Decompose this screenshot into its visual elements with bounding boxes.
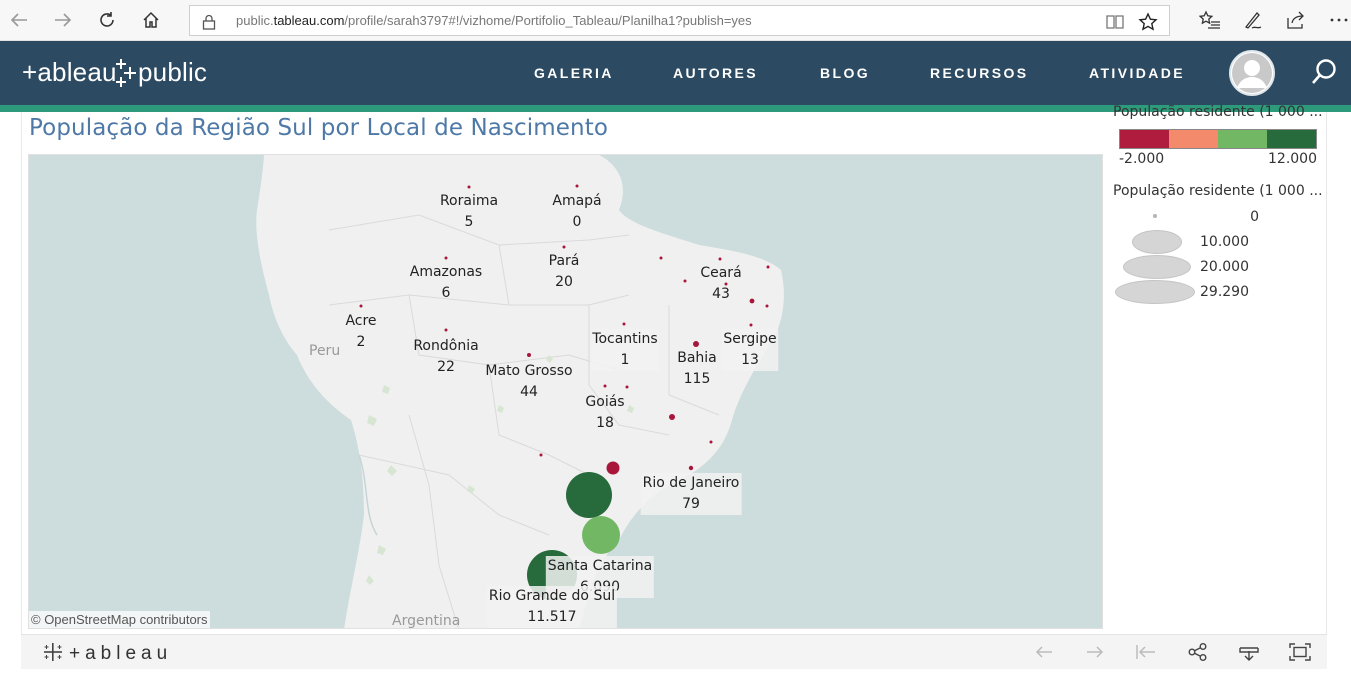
label-acre: Acre 2 <box>345 313 377 350</box>
share-icon[interactable] <box>1283 8 1309 32</box>
size-legend-row: 29.290 <box>1113 280 1327 305</box>
dot-pe <box>749 298 755 304</box>
page-title: População da Região Sul por Local de Nas… <box>29 115 609 141</box>
redo-icon[interactable] <box>1082 640 1108 664</box>
color-legend: População residente (1 000 ... -2.000 12… <box>1113 104 1327 174</box>
tableau-toolbar-logo[interactable]: +ableau <box>43 641 183 671</box>
tableau-viz: População da Região Sul por Local de Nas… <box>21 104 1327 634</box>
size-legend-row: 0 <box>1113 205 1327 230</box>
address-bar[interactable]: public.tableau.com/profile/sarah3797#!/v… <box>189 5 1170 36</box>
map-view[interactable]: Peru Argentina Roraima 5 Amapá 0 Amazona… <box>28 154 1103 629</box>
color-legend-title: População residente (1 000 ... <box>1113 104 1323 120</box>
dot-tocantins <box>622 322 626 326</box>
size-legend-value: 0 <box>1250 209 1259 225</box>
share-network-icon[interactable] <box>1185 640 1211 664</box>
label-tocantins: Tocantins 1 <box>590 329 660 371</box>
dot-amapa <box>575 184 579 188</box>
pen-notes-icon[interactable] <box>1240 8 1266 32</box>
dot-acre <box>359 304 363 308</box>
dot-bahia <box>693 341 699 347</box>
refresh-icon[interactable] <box>94 8 120 32</box>
ramp-swatch-1 <box>1120 130 1169 148</box>
osm-credit[interactable]: © OpenStreetMap contributors <box>29 611 210 628</box>
label-rondonia: Rondônia 22 <box>413 338 479 375</box>
nav-galeria[interactable]: GALERIA <box>534 65 614 81</box>
dot-ms <box>539 453 543 457</box>
browser-toolbar: public.tableau.com/profile/sarah3797#!/v… <box>0 0 1351 41</box>
nav-blog[interactable]: BLOG <box>820 65 870 81</box>
label-mato-grosso: Mato Grosso 44 <box>485 363 573 400</box>
nav-recursos[interactable]: RECURSOS <box>930 65 1029 81</box>
tableau-public-logo[interactable]: +ableau public <box>22 55 212 96</box>
undo-icon[interactable] <box>1031 640 1057 664</box>
forward-icon[interactable] <box>50 8 76 32</box>
size-legend-row: 20.000 <box>1113 255 1327 280</box>
label-goias: Goiás 18 <box>585 394 625 431</box>
label-rio-grande-do-sul: Rio Grande do Sul 11.517 <box>486 586 618 628</box>
label-roraima: Roraima 5 <box>439 193 499 230</box>
label-para: Pará 20 <box>548 253 580 290</box>
favorite-star-icon[interactable] <box>1138 12 1158 32</box>
dot-piaui <box>659 256 663 260</box>
color-ramp <box>1119 129 1317 149</box>
dot-rn <box>766 265 770 269</box>
size-legend-value: 20.000 <box>1200 259 1249 275</box>
size-legend-value: 10.000 <box>1200 234 1249 250</box>
avatar[interactable] <box>1229 50 1275 96</box>
size-legend: População residente (1 000 ... 0 10.000 … <box>1113 183 1327 305</box>
download-icon[interactable] <box>1236 640 1262 664</box>
back-icon[interactable] <box>6 8 32 32</box>
dot-mg <box>669 414 675 420</box>
viz-toolbar: +ableau <box>21 634 1327 669</box>
dot-es <box>709 440 713 444</box>
url-text: public.tableau.com/profile/sarah3797#!/v… <box>236 13 752 28</box>
svg-text:public: public <box>138 57 207 87</box>
dot-roraima <box>467 185 471 189</box>
dot-mato-grosso <box>527 353 531 357</box>
dot-sao-paulo <box>606 461 620 475</box>
label-rio-de-janeiro: Rio de Janeiro 79 <box>640 473 742 515</box>
dot-goias <box>603 384 607 388</box>
revert-icon[interactable] <box>1133 640 1159 664</box>
lock-icon <box>199 12 219 32</box>
color-legend-max: 12.000 <box>1268 151 1317 167</box>
dot-rondonia <box>444 328 448 332</box>
svg-text:+ableau: +ableau <box>69 643 172 664</box>
label-bahia: Bahia 115 <box>677 350 717 387</box>
dot-df <box>625 385 629 389</box>
bubble-parana <box>566 472 612 518</box>
nav-autores[interactable]: AUTORES <box>673 65 758 81</box>
home-icon[interactable] <box>138 8 164 32</box>
svg-text:+ableau: +ableau <box>22 57 117 87</box>
tableau-public-header: +ableau public GALERIA AUTORES BLOG RECU… <box>0 41 1351 105</box>
fullscreen-icon[interactable] <box>1287 640 1313 664</box>
size-marker <box>1115 280 1195 304</box>
dot-rio-de-janeiro <box>688 465 694 471</box>
ramp-swatch-2 <box>1169 130 1218 148</box>
size-marker <box>1132 230 1182 254</box>
size-legend-value: 29.290 <box>1200 284 1249 300</box>
dot-amazonas <box>444 256 448 260</box>
ramp-swatch-4 <box>1267 130 1316 148</box>
search-icon[interactable] <box>1309 57 1341 89</box>
label-amapa: Amapá 0 <box>552 193 602 230</box>
size-legend-row: 10.000 <box>1113 230 1327 255</box>
dot-maranhao <box>683 279 687 283</box>
color-legend-min: -2.000 <box>1119 151 1165 167</box>
reading-view-icon[interactable] <box>1105 12 1125 32</box>
ramp-swatch-3 <box>1218 130 1267 148</box>
dot-ceara <box>718 257 722 261</box>
nav-atividade[interactable]: ATIVIDADE <box>1089 65 1185 81</box>
more-menu-icon[interactable] <box>1326 8 1351 32</box>
size-legend-title: População residente (1 000 ... <box>1113 183 1323 199</box>
label-sergipe: Sergipe 13 <box>721 329 779 371</box>
bubble-santa-catarina <box>582 516 620 554</box>
label-ceara: Ceará 43 <box>700 265 742 302</box>
label-amazonas: Amazonas 6 <box>409 264 483 301</box>
dot-se-n <box>749 323 753 327</box>
size-marker <box>1123 255 1191 279</box>
dot-al <box>765 304 769 308</box>
dot-para <box>562 245 566 249</box>
favorites-hub-icon[interactable] <box>1197 8 1223 32</box>
